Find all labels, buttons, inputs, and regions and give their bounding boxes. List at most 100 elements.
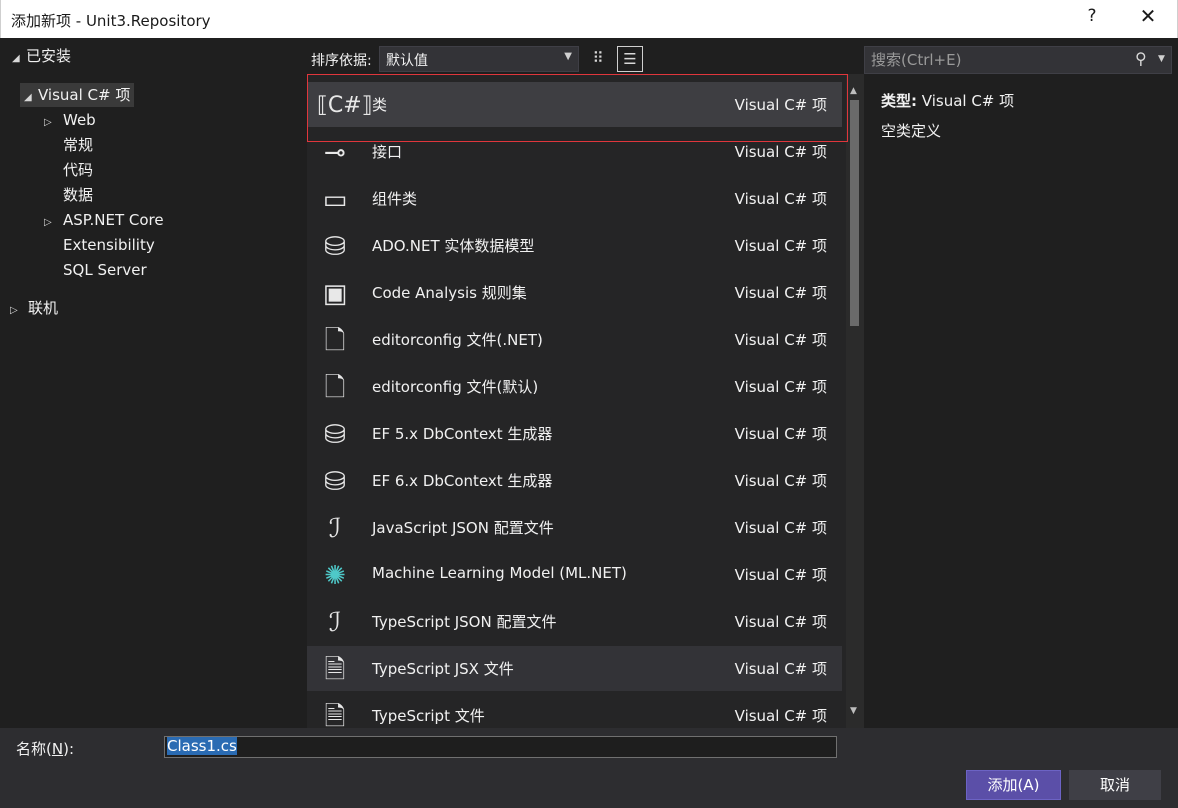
list-item[interactable]: ⛁ EF 6.x DbContext 生成器 Visual C# 项 <box>307 458 842 503</box>
chevron-down-icon[interactable]: ◢ <box>12 47 26 71</box>
ruleset-icon: ▣ <box>322 279 348 309</box>
detail-description: 空类定义 <box>881 122 942 140</box>
tree-node-label: SQL Server <box>63 261 147 279</box>
tree-node-label: Visual C# 项 <box>38 86 131 104</box>
tree-node-code[interactable]: 代码 <box>63 158 93 182</box>
typescript-file-icon: 🗎 <box>324 702 346 728</box>
window-title: 添加新项 - Unit3.Repository <box>11 12 211 30</box>
json-config-icon: ℐ <box>328 608 342 638</box>
detail-type-label: 类型: <box>881 92 917 110</box>
sort-label: 排序依据: <box>311 53 372 69</box>
tree-node-web[interactable]: ▷ Web <box>44 108 96 132</box>
item-name: Machine Learning Model (ML.NET) <box>372 564 627 582</box>
vertical-scrollbar[interactable]: ▲ ▼ <box>846 74 864 728</box>
tree-node-installed[interactable]: ◢ 已安装 <box>12 44 71 68</box>
list-item[interactable]: ⟦C#⟧ 类 Visual C# 项 <box>307 82 842 127</box>
chevron-down-icon[interactable]: ▼ <box>1158 54 1165 64</box>
item-type: Visual C# 项 <box>734 143 827 161</box>
item-type: Visual C# 项 <box>734 425 827 443</box>
list-item[interactable]: ▣ Code Analysis 规则集 Visual C# 项 <box>307 270 842 315</box>
search-box[interactable]: ⚲ ▼ <box>864 46 1172 74</box>
item-name: TypeScript JSON 配置文件 <box>372 613 557 631</box>
typescript-file-icon: 🗎 <box>324 655 346 685</box>
item-name: JavaScript JSON 配置文件 <box>372 519 554 537</box>
ml-model-icon: ✺ <box>324 561 346 591</box>
tree-node-label: 已安装 <box>26 47 72 65</box>
interface-icon: ⊸ <box>324 138 346 168</box>
tree-node-label: 数据 <box>63 186 94 204</box>
item-name: TypeScript JSX 文件 <box>372 660 514 678</box>
list-item[interactable]: ▭ 组件类 Visual C# 项 <box>307 176 842 221</box>
chevron-right-icon[interactable]: ▷ <box>44 111 58 135</box>
details-pane: ⚲ ▼ 类型: Visual C# 项 空类定义 <box>864 44 1178 728</box>
list-item[interactable]: ℐ TypeScript JSON 配置文件 Visual C# 项 <box>307 599 842 644</box>
footer: 名称(N): Class1.cs 添加(A) 取消 <box>0 728 1178 808</box>
help-button[interactable]: ? <box>1081 6 1103 32</box>
cancel-button[interactable]: 取消 <box>1069 770 1161 800</box>
list-item[interactable]: 🗎 TypeScript 文件 Visual C# 项 <box>307 693 842 728</box>
tree-node-aspnet-core[interactable]: ▷ ASP.NET Core <box>44 208 164 232</box>
close-button[interactable]: ✕ <box>1134 4 1162 32</box>
tree-node-visual-csharp[interactable]: ◢ Visual C# 项 <box>20 83 135 110</box>
editorconfig-icon: 🗋 <box>324 326 346 356</box>
scroll-down-icon[interactable]: ▼ <box>850 706 857 716</box>
tree-node-extensibility[interactable]: Extensibility <box>63 233 155 257</box>
component-class-icon: ▭ <box>322 185 348 215</box>
tree-node-sql-server[interactable]: SQL Server <box>63 258 147 282</box>
dbcontext-generator-icon: ⛁ <box>324 467 346 497</box>
name-label: 名称(N): <box>16 738 74 759</box>
item-type: Visual C# 项 <box>734 190 827 208</box>
list-item[interactable]: 🗎 TypeScript JSX 文件 Visual C# 项 <box>307 646 842 691</box>
item-type: Visual C# 项 <box>734 284 827 302</box>
item-name: 类 <box>372 96 388 114</box>
list-icon: ☰ <box>623 50 637 68</box>
detail-type-value: Visual C# 项 <box>921 92 1015 110</box>
editorconfig-icon: 🗋 <box>324 373 346 403</box>
list-view-button[interactable]: ☰ <box>617 46 643 72</box>
add-button[interactable]: 添加(A) <box>966 770 1061 800</box>
item-type: Visual C# 项 <box>734 472 827 490</box>
name-label-accesskey: N <box>51 740 64 758</box>
chevron-down-icon[interactable]: ◢ <box>24 86 38 110</box>
item-type: Visual C# 项 <box>734 660 827 678</box>
chevron-right-icon[interactable]: ▷ <box>10 299 24 323</box>
name-field[interactable]: Class1.cs <box>164 736 837 758</box>
scroll-up-icon[interactable]: ▲ <box>850 86 857 96</box>
item-type: Visual C# 项 <box>734 707 827 725</box>
item-type: Visual C# 项 <box>734 566 827 584</box>
sort-dropdown-value: 默认值 <box>386 53 428 69</box>
list-item[interactable]: ⊸ 接口 Visual C# 项 <box>307 129 842 174</box>
scrollbar-thumb[interactable] <box>850 100 859 326</box>
tree-node-online[interactable]: ▷ 联机 <box>10 296 58 320</box>
search-input[interactable] <box>865 47 1131 73</box>
entity-model-icon: ⛁ <box>324 232 346 262</box>
list-item[interactable]: ℐ JavaScript JSON 配置文件 Visual C# 项 <box>307 505 842 550</box>
tree-node-label: 联机 <box>28 299 59 317</box>
tree-node-label: Web <box>63 111 96 129</box>
list-item[interactable]: ⛁ EF 5.x DbContext 生成器 Visual C# 项 <box>307 411 842 456</box>
grid-view-button[interactable]: ⠿ <box>585 46 611 72</box>
tree-node-data[interactable]: 数据 <box>63 183 93 207</box>
chevron-down-icon: ▼ <box>564 51 572 62</box>
sort-dropdown[interactable]: 默认值 ▼ <box>379 46 579 72</box>
item-name: Code Analysis 规则集 <box>372 284 527 302</box>
tree-node-general[interactable]: 常规 <box>63 133 93 157</box>
detail-type: 类型: Visual C# 项 <box>881 90 1014 111</box>
grid-icon: ⠿ <box>592 49 604 67</box>
list-item[interactable]: 🗋 editorconfig 文件(.NET) Visual C# 项 <box>307 317 842 362</box>
list-item[interactable]: 🗋 editorconfig 文件(默认) Visual C# 项 <box>307 364 842 409</box>
item-type: Visual C# 项 <box>734 613 827 631</box>
item-type: Visual C# 项 <box>734 378 827 396</box>
name-label-suffix: ): <box>63 740 74 758</box>
item-name: 组件类 <box>372 190 418 208</box>
chevron-right-icon[interactable]: ▷ <box>44 211 58 235</box>
tree-node-label: Extensibility <box>63 236 155 254</box>
template-list[interactable]: ⟦C#⟧ 类 Visual C# 项 ⊸ 接口 Visual C# 项 ▭ 组件… <box>307 74 864 728</box>
search-icon[interactable]: ⚲ <box>1135 49 1147 68</box>
item-name: TypeScript 文件 <box>372 707 485 725</box>
item-type: Visual C# 项 <box>734 237 827 255</box>
name-label-prefix: 名称( <box>16 740 52 758</box>
list-item[interactable]: ✺ Machine Learning Model (ML.NET) Visual… <box>307 552 842 597</box>
tree-node-label: ASP.NET Core <box>63 211 164 229</box>
list-item[interactable]: ⛁ ADO.NET 实体数据模型 Visual C# 项 <box>307 223 842 268</box>
